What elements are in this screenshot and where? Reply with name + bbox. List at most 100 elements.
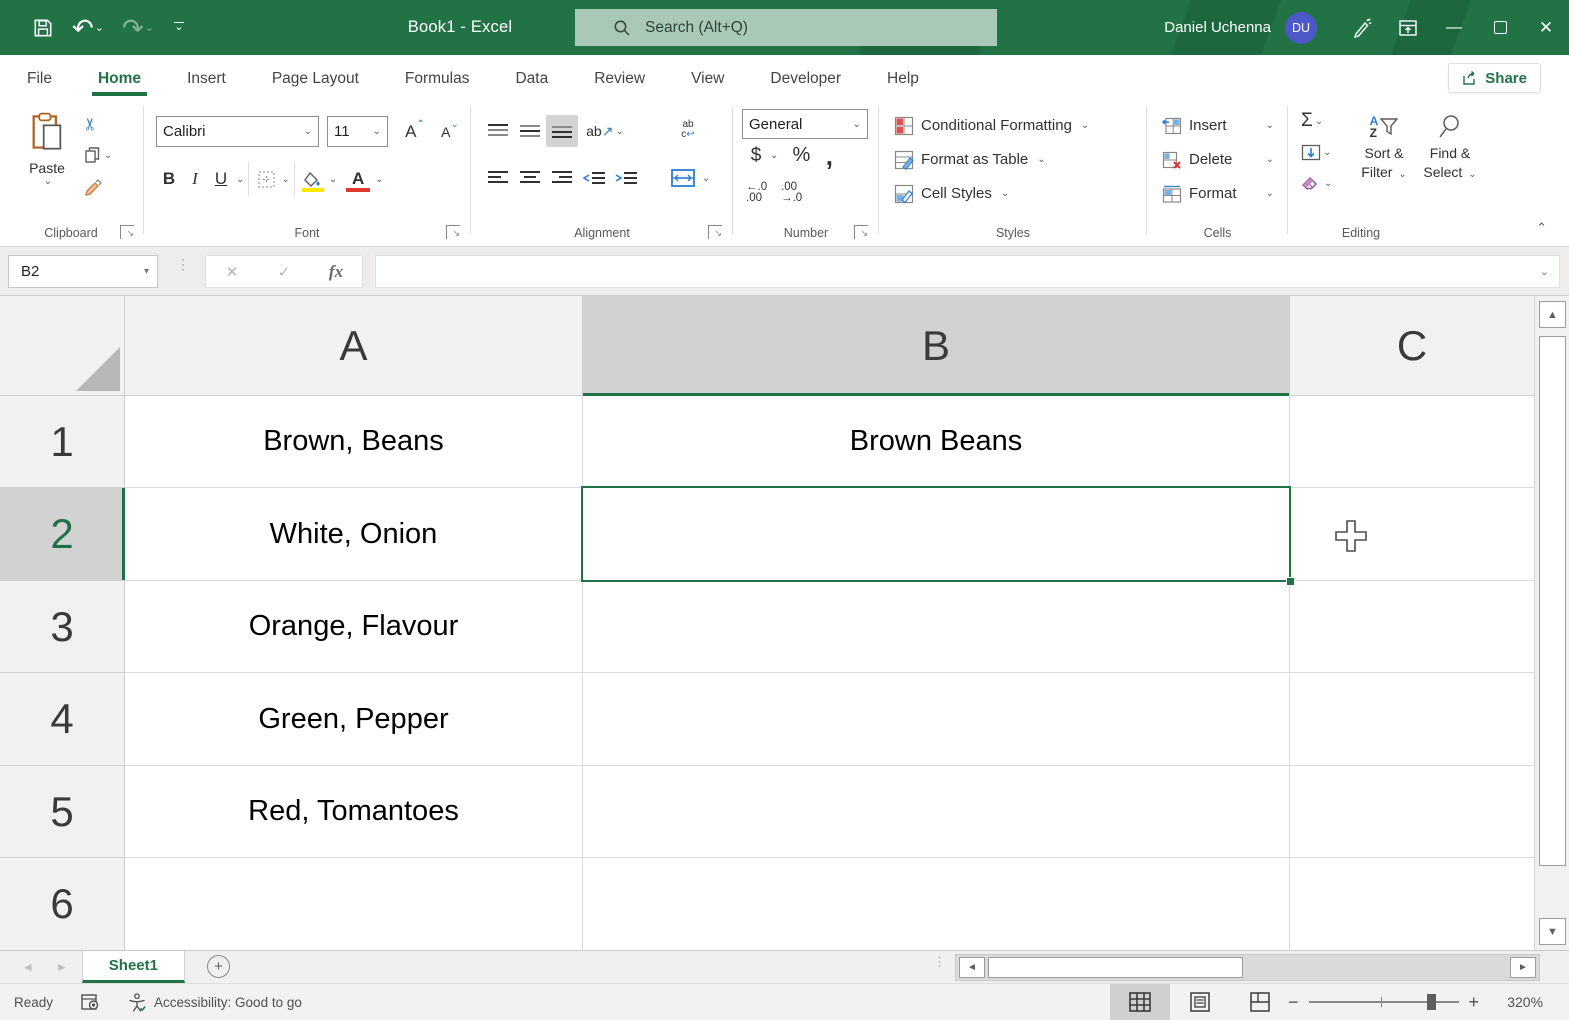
merge-and-center-button[interactable] (666, 162, 700, 194)
column-header-B[interactable]: B (583, 296, 1290, 396)
cell-C4[interactable] (1290, 673, 1534, 766)
decrease-decimal-button[interactable]: .00 →.0 (781, 182, 802, 204)
zoom-out-button[interactable]: − (1288, 992, 1299, 1013)
cell-styles-button[interactable]: Cell Styles ⌄ (894, 178, 1009, 209)
decrease-indent-button[interactable] (578, 162, 610, 194)
underline-button[interactable]: U (208, 164, 234, 194)
cell-C6[interactable] (1290, 858, 1534, 950)
insert-function-button[interactable]: fx (310, 262, 362, 282)
cell-A6[interactable] (125, 858, 583, 950)
paste-button[interactable]: Paste ⌄ (18, 112, 76, 212)
ribbon-display-options-button[interactable] (1385, 0, 1431, 55)
minimize-button[interactable]: — (1431, 0, 1477, 55)
cell-B2[interactable] (583, 488, 1290, 581)
maximize-button[interactable] (1477, 0, 1523, 55)
share-button[interactable]: Share (1448, 63, 1541, 93)
italic-button[interactable]: I (182, 164, 208, 194)
vertical-scrollbar[interactable]: ▲ ▼ (1534, 296, 1569, 950)
cell-B4[interactable] (583, 673, 1290, 766)
accessibility-status[interactable]: Accessibility: Good to go (114, 984, 316, 1020)
cell-A4[interactable]: Green, Pepper (125, 673, 583, 766)
borders-dropdown[interactable]: ⌄ (281, 174, 289, 185)
comma-style-button[interactable]: , (818, 151, 840, 161)
tab-review[interactable]: Review (592, 60, 647, 96)
cancel-entry-button[interactable]: ✕ (206, 263, 258, 281)
accounting-format-dropdown[interactable]: ⌄ (770, 150, 778, 161)
wrap-text-button[interactable]: ab c↩ (670, 110, 706, 150)
tab-insert[interactable]: Insert (185, 60, 228, 96)
row-header-1[interactable]: 1 (0, 396, 125, 488)
clear-button[interactable]: ⌄ (1301, 170, 1332, 196)
align-right-button[interactable] (546, 162, 578, 194)
underline-dropdown[interactable]: ⌄ (236, 174, 244, 185)
borders-button[interactable] (253, 164, 279, 194)
cell-C1[interactable] (1290, 396, 1534, 488)
redo-button[interactable]: ↷⌄ (116, 8, 160, 48)
row-header-3[interactable]: 3 (0, 581, 125, 673)
new-sheet-button[interactable]: + (207, 955, 230, 978)
close-button[interactable]: ✕ (1523, 0, 1569, 55)
user-name[interactable]: Daniel Uchenna (1164, 19, 1271, 36)
cell-A5[interactable]: Red, Tomantoes (125, 766, 583, 858)
middle-align-button[interactable] (514, 115, 546, 147)
tab-home[interactable]: Home (96, 60, 143, 96)
bottom-align-button[interactable] (546, 115, 578, 147)
collapse-ribbon-button[interactable]: ⌃ (1536, 220, 1547, 236)
formula-input[interactable]: ⌄ (375, 255, 1560, 288)
normal-view-button[interactable] (1110, 984, 1170, 1020)
enter-entry-button[interactable]: ✓ (258, 263, 310, 281)
cell-B3[interactable] (583, 581, 1290, 673)
horizontal-scrollbar[interactable]: ◄ ► (955, 954, 1540, 981)
sheet-tab-sheet1[interactable]: Sheet1 (82, 951, 185, 983)
conditional-formatting-button[interactable]: Conditional Formatting ⌄ (894, 110, 1089, 141)
tab-file[interactable]: File (25, 60, 54, 96)
cell-B1[interactable]: Brown Beans (583, 396, 1290, 488)
font-size-combobox[interactable]: 11⌄ (327, 116, 388, 147)
cell-C5[interactable] (1290, 766, 1534, 858)
fill-color-dropdown[interactable]: ⌄ (329, 174, 337, 185)
save-button[interactable] (26, 8, 60, 48)
accounting-format-button[interactable]: $ (746, 145, 766, 167)
zoom-slider-thumb[interactable] (1427, 994, 1436, 1010)
top-align-button[interactable] (482, 115, 514, 147)
tab-data[interactable]: Data (513, 60, 550, 96)
previous-sheet-button[interactable]: ◄ (22, 960, 34, 974)
autosum-button[interactable]: Σ ⌄ (1301, 108, 1332, 134)
vertical-scrollbar-thumb[interactable] (1539, 336, 1566, 866)
cell-A2[interactable]: White, Onion (125, 488, 583, 581)
cell-C3[interactable] (1290, 581, 1534, 673)
font-color-dropdown[interactable]: ⌄ (375, 174, 383, 185)
copy-button[interactable]: ⌄ (84, 146, 112, 164)
formula-bar-drag-handle[interactable]: ⋮ (176, 261, 190, 268)
avatar[interactable]: DU (1285, 12, 1317, 44)
scroll-up-button[interactable]: ▲ (1539, 301, 1566, 328)
coming-soon-button[interactable] (1339, 0, 1385, 55)
scroll-right-button[interactable]: ► (1510, 957, 1536, 978)
increase-font-size-button[interactable]: A⌃ (398, 116, 432, 147)
font-name-combobox[interactable]: Calibri⌄ (156, 116, 319, 147)
insert-cells-button[interactable]: Insert ⌄ (1162, 110, 1274, 141)
fill-color-button[interactable] (299, 164, 327, 194)
bold-button[interactable]: B (156, 164, 182, 194)
tab-view[interactable]: View (689, 60, 726, 96)
orientation-button[interactable]: ab ↗ ⌄ (586, 115, 624, 147)
select-all-button[interactable] (0, 296, 125, 396)
scroll-down-button[interactable]: ▼ (1539, 918, 1566, 945)
decrease-font-size-button[interactable]: A⌄ (434, 116, 466, 147)
font-dialog-launcher[interactable]: ↘ (446, 225, 460, 239)
tab-help[interactable]: Help (885, 60, 921, 96)
increase-indent-button[interactable] (610, 162, 642, 194)
column-header-C[interactable]: C (1290, 296, 1534, 396)
cell-B6[interactable] (583, 858, 1290, 950)
fill-button[interactable]: ⌄ (1301, 139, 1332, 165)
format-as-table-button[interactable]: Format as Table ⌄ (894, 144, 1046, 175)
format-painter-button[interactable] (84, 178, 103, 197)
delete-cells-button[interactable]: Delete ⌄ (1162, 144, 1274, 175)
zoom-slider[interactable] (1309, 1001, 1459, 1003)
row-header-4[interactable]: 4 (0, 673, 125, 766)
macro-recording-button[interactable] (67, 984, 114, 1020)
customize-quick-access-toolbar-button[interactable]: ⌄ (166, 8, 192, 48)
page-break-preview-button[interactable] (1230, 984, 1290, 1020)
find-select-button[interactable]: Find & Select ⌄ (1419, 110, 1481, 184)
tab-formulas[interactable]: Formulas (403, 60, 472, 96)
